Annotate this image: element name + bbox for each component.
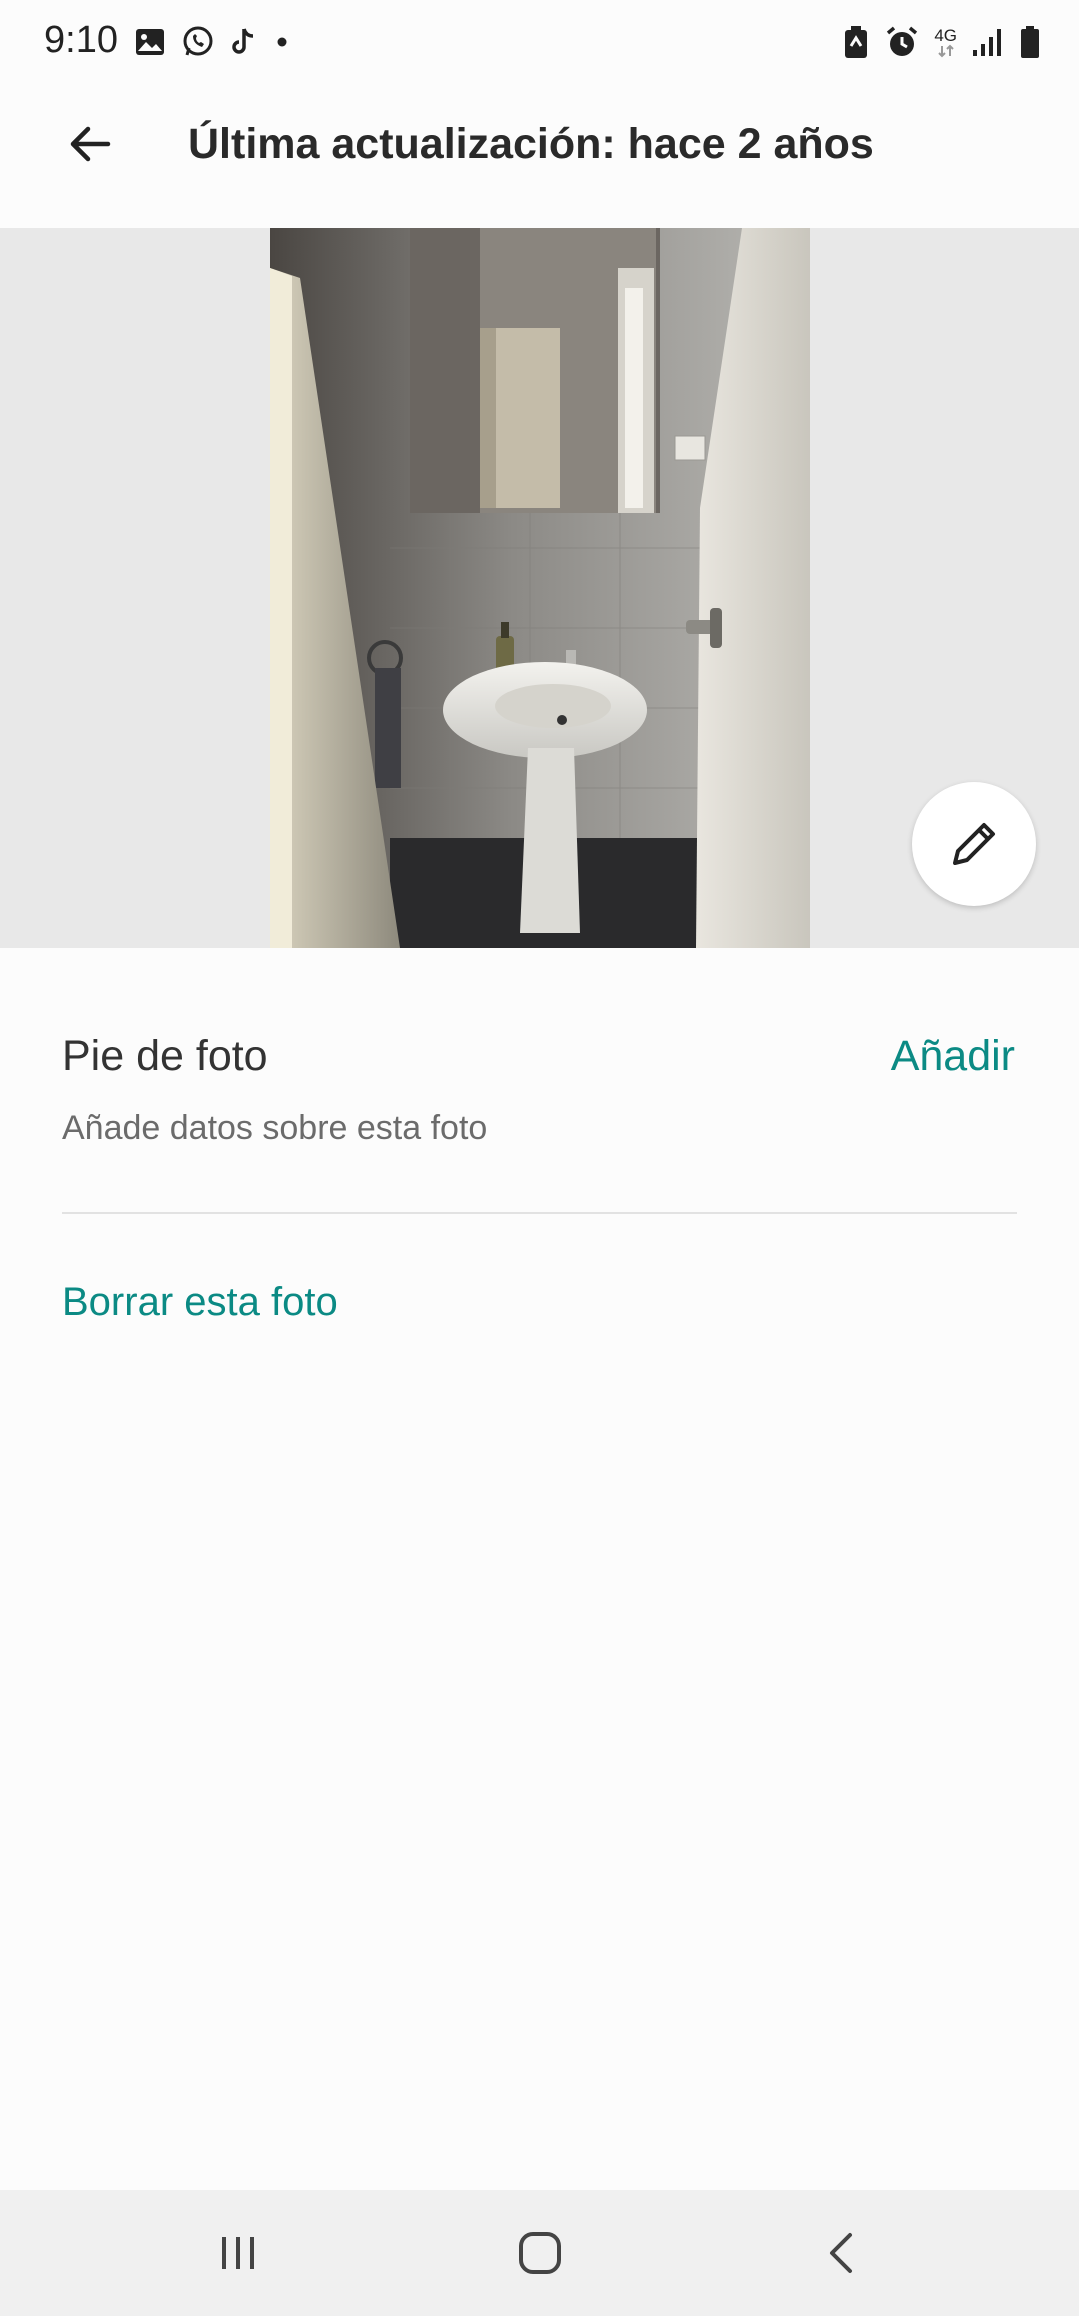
- recent-apps-icon: [222, 2237, 254, 2269]
- page-title: Última actualización: hace 2 años: [188, 120, 874, 168]
- status-bar: 9:10 4G: [0, 0, 1079, 80]
- recent-apps-button[interactable]: [168, 2190, 308, 2316]
- whatsapp-icon: [180, 24, 216, 60]
- delete-photo-button[interactable]: Borrar esta foto: [62, 1270, 338, 1334]
- bathroom-photo[interactable]: [270, 228, 810, 948]
- signal-icon: [971, 26, 1005, 58]
- system-back-button[interactable]: [772, 2190, 912, 2316]
- status-icons-right: 4G: [842, 20, 1041, 64]
- back-button[interactable]: [58, 112, 122, 176]
- tiktok-icon: [230, 26, 258, 58]
- arrow-left-icon: [70, 126, 111, 162]
- back-icon: [830, 2233, 852, 2273]
- image-icon: [134, 26, 166, 58]
- status-icons-left: [134, 20, 292, 64]
- caption-hint: Añade datos sobre esta foto: [62, 1109, 488, 1147]
- battery-saver-icon: [842, 24, 870, 60]
- edit-photo-button[interactable]: [912, 782, 1036, 906]
- network-type-label: 4G: [934, 25, 957, 45]
- pencil-icon: [953, 823, 995, 865]
- network-4g-icon: 4G: [934, 27, 957, 58]
- battery-icon: [1019, 24, 1041, 60]
- dot-icon: [272, 32, 292, 52]
- add-caption-button[interactable]: Añadir: [891, 1024, 1015, 1088]
- divider: [62, 1212, 1017, 1214]
- alarm-icon: [884, 24, 920, 60]
- status-time: 9:10: [44, 19, 118, 61]
- home-button[interactable]: [470, 2190, 610, 2316]
- caption-label: Pie de foto: [62, 1032, 268, 1080]
- home-icon: [519, 2232, 561, 2274]
